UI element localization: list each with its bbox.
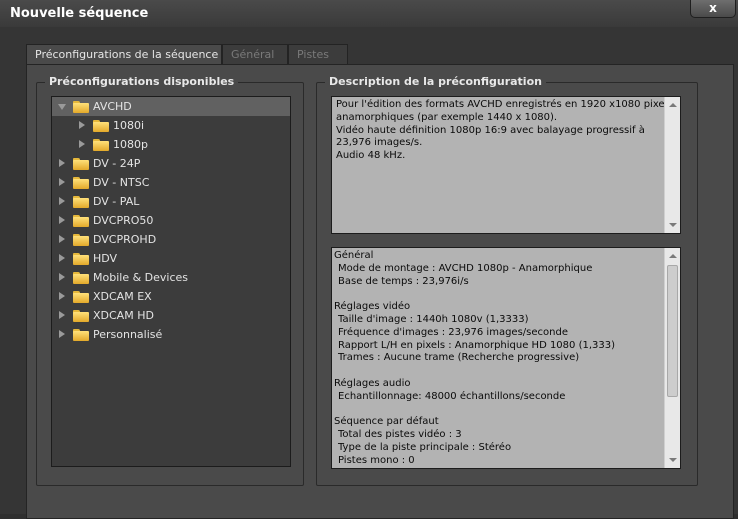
tree-item-1080p[interactable]: 1080p bbox=[52, 135, 290, 154]
tab-presets[interactable]: Préconfigurations de la séquence bbox=[26, 44, 222, 64]
expand-arrow-icon[interactable] bbox=[79, 140, 85, 148]
details-line: Pistes mono : 0 bbox=[338, 454, 415, 466]
tree-item-xdcam-hd[interactable]: XDCAM HD bbox=[52, 306, 290, 325]
details-section-title: Séquence par défaut bbox=[334, 416, 439, 428]
details-line: Type de la piste principale : Stéréo bbox=[338, 441, 512, 453]
tree-item-dv-ntsc[interactable]: DV - NTSC bbox=[52, 173, 290, 192]
expand-arrow-icon[interactable] bbox=[58, 104, 66, 110]
expand-arrow-icon[interactable] bbox=[59, 273, 65, 281]
details-line: Rapport L/H en pixels : Anamorphique HD … bbox=[338, 339, 616, 351]
details-line: Total des pistes vidéo : 3 bbox=[338, 429, 462, 441]
scroll-up-icon[interactable] bbox=[669, 254, 677, 258]
expand-arrow-icon[interactable] bbox=[59, 292, 65, 300]
folder-icon bbox=[73, 177, 89, 189]
details-line: Base de temps : 23,976i/s bbox=[338, 275, 469, 287]
folder-icon bbox=[73, 253, 89, 265]
description-line: Audio 48 kHz. bbox=[336, 150, 406, 162]
tree-item-mobile-devices[interactable]: Mobile & Devices bbox=[52, 268, 290, 287]
folder-icon bbox=[73, 272, 89, 284]
tree-item-label: HDV bbox=[93, 252, 118, 265]
details-section-title: Général bbox=[334, 250, 374, 261]
tree-item-label: 1080i bbox=[113, 119, 145, 132]
expand-arrow-icon[interactable] bbox=[59, 330, 65, 338]
folder-icon bbox=[73, 329, 89, 341]
tree-item-label: XDCAM HD bbox=[93, 309, 154, 322]
details-section-title: Réglages vidéo bbox=[334, 301, 411, 313]
close-icon: x bbox=[709, 1, 717, 15]
description-line: Vidéo haute définition 1080p 16:9 avec b… bbox=[336, 124, 645, 136]
folder-icon bbox=[73, 310, 89, 322]
tree-item-label: 1080p bbox=[113, 138, 148, 151]
tree-item-hdv[interactable]: HDV bbox=[52, 249, 290, 268]
details-line: Echantillonnage: 48000 échantillons/seco… bbox=[338, 390, 566, 402]
window-title: Nouvelle séquence bbox=[10, 6, 149, 21]
folder-icon bbox=[73, 196, 89, 208]
tree-item-xdcam-ex[interactable]: XDCAM EX bbox=[52, 287, 290, 306]
expand-arrow-icon[interactable] bbox=[59, 254, 65, 262]
scroll-up-icon[interactable] bbox=[669, 103, 677, 107]
tree-item-dv-24p[interactable]: DV - 24P bbox=[52, 154, 290, 173]
scroll-down-icon[interactable] bbox=[669, 458, 677, 462]
tree-item-label: DVCPRO50 bbox=[93, 214, 154, 227]
tab-tracks[interactable]: Pistes bbox=[288, 44, 348, 64]
preset-description-box[interactable]: Pour l'édition des formats AVCHD enregis… bbox=[331, 96, 681, 234]
expand-arrow-icon[interactable] bbox=[59, 178, 65, 186]
folder-icon bbox=[73, 234, 89, 246]
expand-arrow-icon[interactable] bbox=[59, 216, 65, 224]
title-bar: Nouvelle séquence x bbox=[0, 0, 738, 28]
tree-item-1080i[interactable]: 1080i bbox=[52, 116, 290, 135]
folder-icon bbox=[73, 215, 89, 227]
details-line: Trames : Aucune trame (Recherche progres… bbox=[338, 352, 580, 364]
description-group-title: Description de la préconfiguration bbox=[325, 75, 546, 88]
details-section-title: Réglages audio bbox=[334, 377, 411, 389]
tree-item-label: DV - 24P bbox=[93, 157, 141, 170]
folder-icon bbox=[93, 139, 109, 151]
tree-item-dvcprohd[interactable]: DVCPROHD bbox=[52, 230, 290, 249]
expand-arrow-icon[interactable] bbox=[79, 121, 85, 129]
tree-item-label: AVCHD bbox=[93, 100, 132, 113]
scroll-thumb[interactable] bbox=[667, 265, 678, 397]
description-line: Pour l'édition des formats AVCHD enregis… bbox=[336, 99, 673, 110]
details-scrollbar[interactable] bbox=[664, 248, 680, 468]
folder-icon bbox=[93, 120, 109, 132]
presets-group-title: Préconfigurations disponibles bbox=[45, 75, 239, 88]
details-line: Mode de montage : AVCHD 1080p - Anamorph… bbox=[338, 262, 593, 274]
preset-details-box[interactable]: Général Mode de montage : AVCHD 1080p - … bbox=[331, 247, 681, 469]
tree-item-label: DVCPROHD bbox=[93, 233, 157, 246]
expand-arrow-icon[interactable] bbox=[59, 159, 65, 167]
expand-arrow-icon[interactable] bbox=[59, 235, 65, 243]
tree-item-avchd[interactable]: AVCHD bbox=[52, 97, 290, 116]
tree-item-label: Mobile & Devices bbox=[93, 271, 189, 284]
tree-item-dv-pal[interactable]: DV - PAL bbox=[52, 192, 290, 211]
presets-tree[interactable]: AVCHD 1080i 1080p DV - 24P DV - NTSC DV … bbox=[51, 96, 291, 467]
folder-icon bbox=[73, 101, 89, 113]
expand-arrow-icon[interactable] bbox=[59, 197, 65, 205]
description-line: 23,976 images/s. bbox=[336, 137, 423, 149]
expand-arrow-icon[interactable] bbox=[59, 311, 65, 319]
tree-item-personnalise[interactable]: Personnalisé bbox=[52, 325, 290, 344]
description-scrollbar[interactable] bbox=[664, 97, 680, 233]
details-line: Taille d'image : 1440h 1080v (1,3333) bbox=[338, 313, 529, 325]
scroll-down-icon[interactable] bbox=[669, 223, 677, 227]
tree-item-dvcpro50[interactable]: DVCPRO50 bbox=[52, 211, 290, 230]
tree-item-label: DV - NTSC bbox=[93, 176, 150, 189]
details-line: Fréquence d'images : 23,976 images/secon… bbox=[338, 326, 568, 338]
tree-item-label: DV - PAL bbox=[93, 195, 140, 208]
tree-item-label: Personnalisé bbox=[93, 328, 163, 341]
folder-icon bbox=[73, 291, 89, 303]
close-button[interactable]: x bbox=[690, 0, 736, 18]
tab-general[interactable]: Général bbox=[222, 44, 288, 64]
tree-item-label: XDCAM EX bbox=[93, 290, 152, 303]
folder-icon bbox=[73, 158, 89, 170]
description-line: anamorphiques (par exemple 1440 x 1080). bbox=[336, 111, 558, 123]
